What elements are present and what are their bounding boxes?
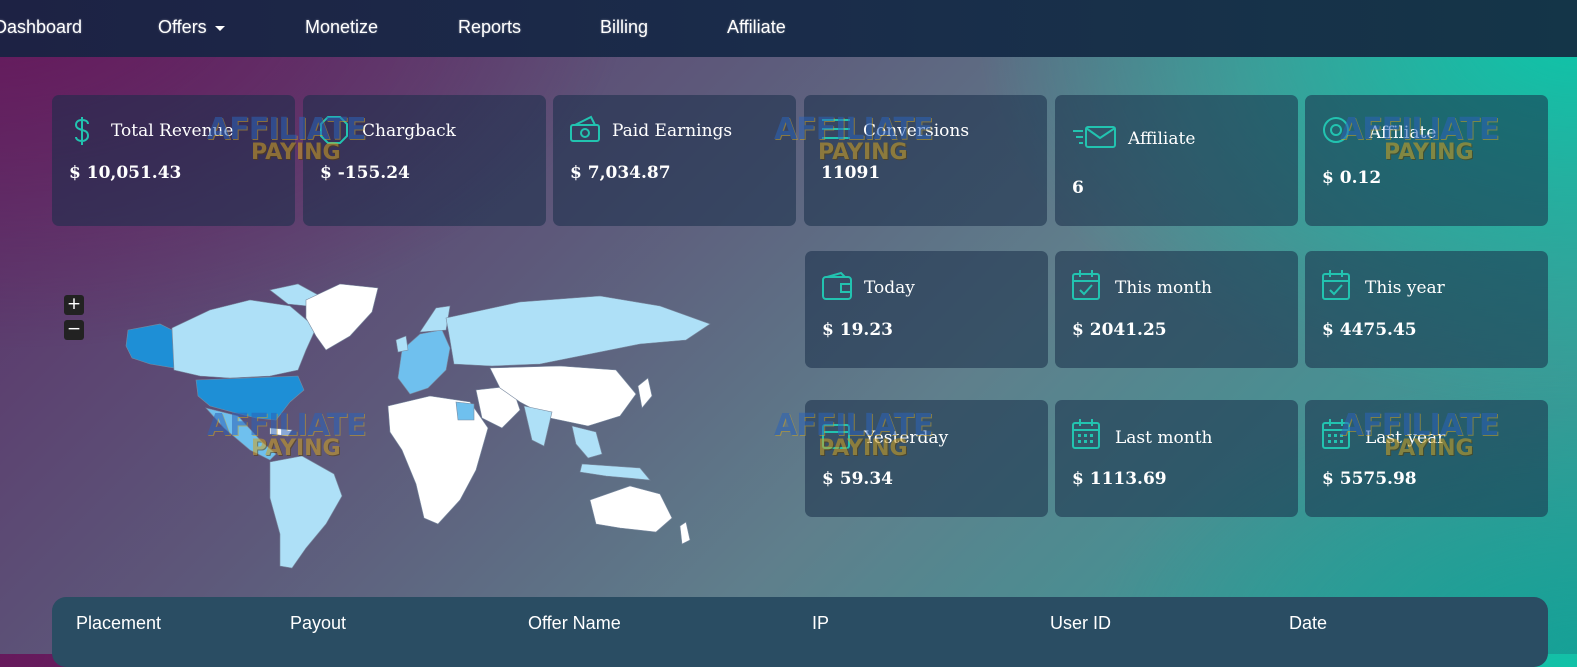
mail-icon (1073, 126, 1116, 148)
map-region-uk (395, 335, 409, 353)
stat-label: Conversions (863, 121, 970, 141)
wallet-icon (822, 271, 852, 300)
column-header-user-id[interactable]: User ID (1050, 613, 1111, 634)
calendar-icon (822, 424, 850, 449)
earnings-value: $ 19.23 (822, 320, 893, 340)
stat-value: $ 0.12 (1322, 168, 1382, 188)
world-map[interactable] (120, 278, 720, 573)
column-header-offer-name[interactable]: Offer Name (528, 613, 621, 634)
map-region-new-zealand (679, 521, 691, 545)
chevron-down-icon (214, 25, 225, 31)
nav-offers-label: Offers (158, 17, 207, 37)
earnings-label: Yesterday (864, 428, 949, 448)
earnings-card-this-month: This month $ 2041.25 (1055, 251, 1298, 368)
earnings-label: This year (1365, 278, 1445, 298)
stat-card-conversions: Conversions 11091 (804, 95, 1047, 226)
map-region-greenland (305, 283, 379, 351)
map-region-south-america (269, 455, 343, 569)
stat-card-affiliate-count: Affiliate 6 (1055, 95, 1298, 226)
stat-value: 11091 (821, 163, 881, 183)
earnings-card-last-year: Last year $ 5575.98 (1305, 400, 1548, 517)
earnings-value: $ 2041.25 (1072, 320, 1167, 340)
earnings-card-this-year: This year $ 4475.45 (1305, 251, 1548, 368)
map-zoom-in-button[interactable]: + (64, 295, 84, 315)
map-region-japan (637, 377, 653, 409)
earnings-label: Today (864, 278, 915, 298)
map-region-alaska (125, 323, 175, 369)
column-header-placement[interactable]: Placement (76, 613, 161, 634)
stat-value: $ 7,034.87 (570, 163, 671, 183)
nav-monetize[interactable]: Monetize (305, 17, 378, 38)
stat-card-paid-earnings: Paid Earnings $ 7,034.87 (553, 95, 796, 226)
map-region-southeast-asia (571, 425, 603, 459)
column-header-ip[interactable]: IP (812, 613, 829, 634)
map-region-russia (445, 295, 711, 367)
earnings-card-yesterday: Yesterday $ 59.34 (805, 400, 1048, 517)
stat-card-total-revenue: Total Revenue $ 10,051.43 (52, 95, 295, 226)
map-region-scandinavia (419, 305, 451, 333)
earnings-value: $ 59.34 (822, 469, 893, 489)
list-icon (822, 119, 850, 139)
stat-label: Affiliate (1128, 129, 1196, 149)
calendar-grid-icon (1322, 419, 1350, 449)
earnings-label: Last month (1115, 428, 1213, 448)
stat-value: $ -155.24 (320, 163, 410, 183)
stat-label: Total Revenue (111, 121, 234, 141)
earnings-value: $ 4475.45 (1322, 320, 1417, 340)
map-region-caribbean (269, 427, 293, 437)
earnings-label: This month (1115, 278, 1212, 298)
map-zoom-out-button[interactable]: − (64, 320, 84, 340)
earnings-value: $ 1113.69 (1072, 469, 1167, 489)
column-header-date[interactable]: Date (1289, 613, 1327, 634)
earnings-label: Last year (1365, 428, 1446, 448)
nav-billing[interactable]: Billing (600, 17, 648, 38)
stat-label: Paid Earnings (612, 121, 733, 141)
calendar-check-icon (1072, 270, 1100, 300)
dollar-icon (74, 117, 90, 145)
map-region-canada (171, 299, 317, 379)
nav-dashboard[interactable]: Dashboard (0, 17, 82, 38)
nav-offers[interactable]: Offers (158, 17, 225, 38)
nav-reports[interactable]: Reports (458, 17, 521, 38)
calendar-check-icon (1322, 270, 1350, 300)
conversions-table-header: Placement Payout Offer Name IP User ID D… (52, 597, 1548, 667)
cash-icon (570, 115, 600, 142)
stat-card-affiliate-epc: Affiliate $ 0.12 (1305, 95, 1548, 226)
stat-value: 6 (1072, 178, 1084, 198)
map-region-egypt (455, 401, 475, 421)
stat-label: Chargback (362, 121, 456, 141)
stat-label: Affiliate (1369, 123, 1437, 143)
nav-affiliate[interactable]: Affiliate (727, 17, 786, 38)
earnings-card-last-month: Last month $ 1113.69 (1055, 400, 1298, 517)
stat-value: $ 10,051.43 (69, 163, 182, 183)
map-region-india (523, 405, 553, 447)
map-region-indonesia (579, 463, 651, 481)
earnings-value: $ 5575.98 (1322, 469, 1417, 489)
octagon-icon (320, 116, 348, 144)
target-icon (1323, 117, 1349, 143)
earnings-card-today: Today $ 19.23 (805, 251, 1048, 368)
map-region-australia (589, 485, 673, 533)
stat-card-chargback: Chargback $ -155.24 (303, 95, 546, 226)
calendar-grid-icon (1072, 419, 1100, 449)
top-navbar: Dashboard Offers Monetize Reports Billin… (0, 0, 1577, 57)
column-header-payout[interactable]: Payout (290, 613, 346, 634)
